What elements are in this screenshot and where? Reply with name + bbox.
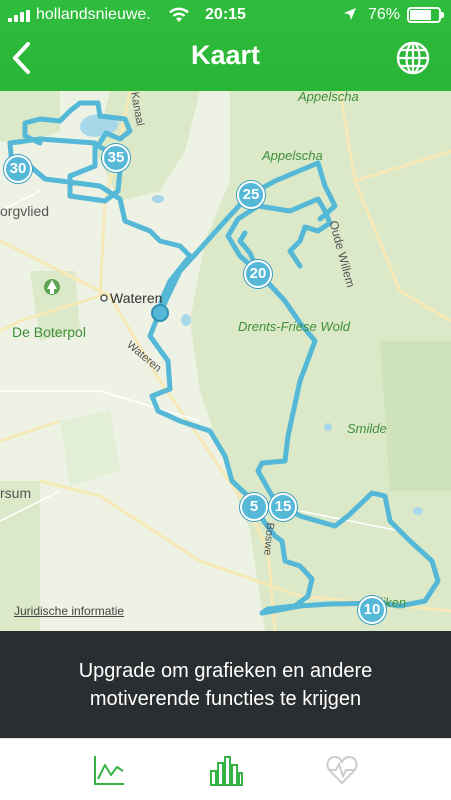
battery-icon bbox=[407, 7, 444, 23]
km-marker-20[interactable]: 20 bbox=[244, 260, 272, 288]
battery-percent: 76% bbox=[368, 6, 401, 23]
route-map[interactable]: Appelscha Appelscha Oude Willem orgvlied… bbox=[0, 91, 451, 631]
map-label-orgvlied: orgvlied bbox=[0, 203, 50, 219]
location-arrow-icon bbox=[344, 8, 356, 20]
tab-bar bbox=[0, 738, 451, 800]
globe-icon[interactable] bbox=[395, 40, 431, 76]
legal-info-link[interactable]: Juridische informatie bbox=[14, 604, 124, 618]
nav-header: hollandsnieuwe. 20:15 76% Kaart bbox=[0, 0, 451, 91]
tab-heart-rate[interactable] bbox=[325, 753, 359, 787]
tab-bar-chart[interactable] bbox=[209, 753, 243, 787]
km-marker-5[interactable]: 5 bbox=[240, 493, 268, 521]
status-bar: hollandsnieuwe. 20:15 76% bbox=[0, 0, 451, 30]
tab-line-chart[interactable] bbox=[92, 753, 126, 787]
page-title: Kaart bbox=[190, 40, 261, 70]
map-label-rsum: rsum bbox=[0, 485, 32, 501]
map-label-appelscha: Appelscha bbox=[262, 148, 323, 163]
map-label-wateren: Wateren bbox=[110, 290, 163, 306]
map-label-drents-friese-wold: Drents-Friese Wold bbox=[238, 319, 350, 334]
route-start-marker[interactable] bbox=[151, 304, 169, 322]
km-marker-10[interactable]: 10 bbox=[358, 596, 386, 624]
map-base bbox=[0, 91, 451, 631]
km-marker-15[interactable]: 15 bbox=[269, 493, 297, 521]
battery-level-fill bbox=[410, 10, 432, 20]
km-marker-30[interactable]: 30 bbox=[4, 155, 32, 183]
km-marker-25[interactable]: 25 bbox=[237, 181, 265, 209]
map-label-appelscha-north: Appelscha bbox=[298, 91, 359, 104]
map-label-smilde: Smilde bbox=[347, 421, 387, 436]
upgrade-text: Upgrade om grafieken en andere motiveren… bbox=[78, 660, 373, 710]
map-label-de-boterpol: De Boterpol bbox=[12, 324, 86, 340]
km-marker-35[interactable]: 35 bbox=[102, 144, 130, 172]
upgrade-banner[interactable]: Upgrade om grafieken en andere motiveren… bbox=[0, 631, 451, 738]
